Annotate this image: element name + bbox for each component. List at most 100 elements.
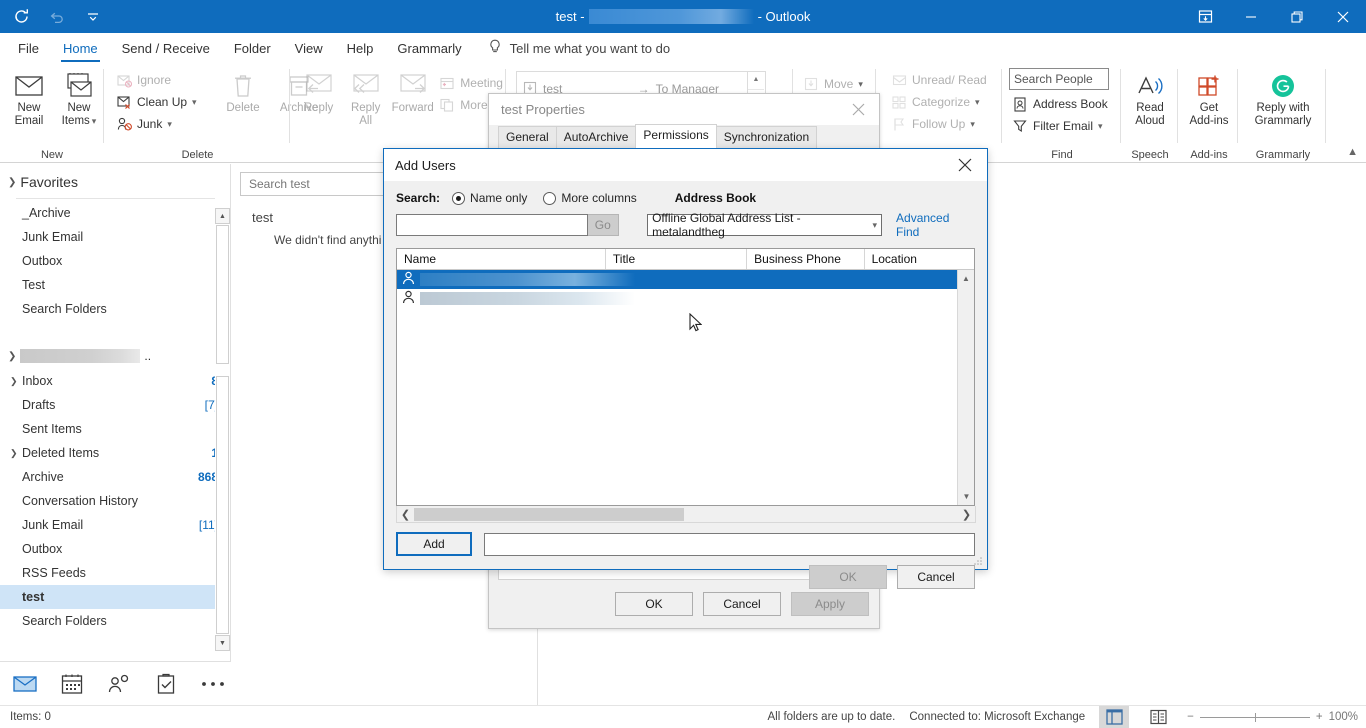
tab-general[interactable]: General bbox=[498, 126, 557, 148]
mail-icon[interactable] bbox=[12, 671, 38, 697]
tab-help[interactable]: Help bbox=[335, 37, 386, 63]
add-users-cancel-button[interactable]: Cancel bbox=[897, 565, 975, 589]
advanced-find-link[interactable]: Advanced Find bbox=[896, 211, 975, 239]
column-header-title[interactable]: Title bbox=[606, 249, 747, 269]
sidebar-item-conversation-history[interactable]: Conversation History bbox=[0, 489, 230, 513]
clean-up-button[interactable]: Clean Up ▾ bbox=[113, 91, 200, 113]
tab-synchronization[interactable]: Synchronization bbox=[716, 126, 817, 148]
search-name-input[interactable] bbox=[396, 214, 588, 236]
favorite-item-search-folders[interactable]: Search Folders bbox=[0, 297, 230, 321]
scroll-up-icon[interactable]: ▲ bbox=[958, 270, 974, 287]
unread-read-button[interactable]: Unread/ Read bbox=[888, 69, 990, 91]
people-icon[interactable] bbox=[106, 671, 132, 697]
sidebar-item-archive[interactable]: Archive 868 bbox=[0, 465, 230, 489]
column-header-name[interactable]: Name bbox=[397, 249, 606, 269]
go-button[interactable]: Go bbox=[588, 214, 620, 236]
move-button[interactable]: Move ▾ bbox=[800, 73, 866, 95]
delete-button[interactable]: Delete bbox=[215, 63, 271, 115]
column-header-business-phone[interactable]: Business Phone bbox=[747, 249, 864, 269]
reply-with-grammarly-button[interactable]: Reply with Grammarly bbox=[1240, 63, 1326, 128]
tab-autoarchive[interactable]: AutoArchive bbox=[556, 126, 637, 148]
tab-folder[interactable]: Folder bbox=[222, 37, 283, 63]
zoom-in-button[interactable]: + bbox=[1316, 711, 1323, 723]
table-row[interactable] bbox=[397, 289, 959, 308]
scrollbar-thumb[interactable] bbox=[216, 376, 229, 634]
zoom-control[interactable]: − + 100% bbox=[1187, 711, 1358, 723]
scroll-up-icon[interactable]: ▲ bbox=[215, 208, 230, 224]
search-people-input[interactable]: Search People bbox=[1009, 68, 1109, 90]
normal-view-icon[interactable] bbox=[1099, 706, 1129, 728]
scrollbar-thumb-top[interactable] bbox=[216, 225, 229, 364]
zoom-slider-thumb[interactable] bbox=[1255, 713, 1256, 722]
tab-permissions[interactable]: Permissions bbox=[635, 124, 716, 148]
favorite-item-test[interactable]: Test bbox=[0, 273, 230, 297]
favorites-header[interactable]: ❯ Favorites bbox=[0, 164, 230, 196]
tell-me-search[interactable]: Tell me what you want to do bbox=[488, 39, 670, 63]
reply-button[interactable]: Reply bbox=[295, 63, 342, 128]
reply-all-button[interactable]: Reply All bbox=[342, 63, 389, 128]
quick-steps-scroll-up-icon[interactable]: ▲ bbox=[748, 71, 764, 90]
directory-list-horizontal-scrollbar[interactable]: ❮ ❯ bbox=[396, 506, 976, 523]
follow-up-button[interactable]: Follow Up ▾ bbox=[888, 113, 990, 135]
restore-icon[interactable] bbox=[1274, 0, 1320, 33]
ignore-button[interactable]: Ignore bbox=[113, 69, 200, 91]
sidebar-item-search-folders[interactable]: Search Folders bbox=[0, 609, 230, 633]
favorite-item-_archive[interactable]: _Archive bbox=[0, 201, 230, 225]
tab-grammarly[interactable]: Grammarly bbox=[385, 37, 473, 63]
customize-quick-access-toolbar-icon[interactable] bbox=[82, 6, 104, 28]
add-button[interactable]: Add bbox=[396, 532, 472, 556]
read-aloud-button[interactable]: Read Aloud bbox=[1122, 63, 1178, 128]
minimize-icon[interactable] bbox=[1228, 0, 1274, 33]
tasks-icon[interactable] bbox=[153, 671, 179, 697]
calendar-icon[interactable] bbox=[59, 671, 85, 697]
scroll-down-icon[interactable]: ▼ bbox=[215, 635, 230, 651]
filter-email-button[interactable]: Filter Email ▾ bbox=[1009, 115, 1111, 137]
sidebar-item-junk-email[interactable]: Junk Email [11] bbox=[0, 513, 230, 537]
sidebar-item-drafts[interactable]: Drafts [7] bbox=[0, 393, 230, 417]
undo-icon[interactable] bbox=[46, 6, 68, 28]
properties-ok-button[interactable]: OK bbox=[615, 592, 693, 616]
address-book-select[interactable]: Offline Global Address List - metalandth… bbox=[647, 214, 882, 236]
tab-view[interactable]: View bbox=[283, 37, 335, 63]
meeting-button[interactable]: Meeting bbox=[436, 72, 506, 94]
zoom-slider[interactable] bbox=[1200, 717, 1310, 718]
ribbon-display-options-icon[interactable] bbox=[1182, 0, 1228, 33]
sidebar-item-sent-items[interactable]: Sent Items bbox=[0, 417, 230, 441]
new-items-button[interactable]: New Items ▾ bbox=[54, 63, 104, 128]
directory-list-vertical-scrollbar[interactable]: ▲ ▼ bbox=[957, 270, 974, 505]
account-root-row[interactable]: ❯ .. bbox=[0, 343, 230, 369]
tab-file[interactable]: File bbox=[6, 37, 51, 63]
close-icon[interactable] bbox=[1320, 0, 1366, 33]
favorite-item-outbox[interactable]: Outbox bbox=[0, 249, 230, 273]
sidebar-item-inbox[interactable]: ❯ Inbox 8 bbox=[0, 369, 230, 393]
column-header-location[interactable]: Location bbox=[865, 249, 974, 269]
add-recipients-input[interactable] bbox=[484, 533, 975, 556]
scroll-down-icon[interactable]: ▼ bbox=[958, 488, 975, 505]
collapse-ribbon-icon[interactable]: ▲ bbox=[1347, 146, 1358, 158]
favorite-item-junk-email[interactable]: Junk Email bbox=[0, 225, 230, 249]
zoom-out-button[interactable]: − bbox=[1187, 711, 1194, 723]
radio-more-columns[interactable]: More columns bbox=[543, 191, 636, 205]
get-addins-button[interactable]: Get Add-ins bbox=[1180, 63, 1238, 128]
close-icon[interactable] bbox=[943, 149, 987, 181]
send-receive-all-icon[interactable] bbox=[10, 6, 32, 28]
address-book-button[interactable]: Address Book bbox=[1009, 93, 1111, 115]
scroll-left-icon[interactable]: ❮ bbox=[397, 508, 414, 521]
junk-button[interactable]: Junk ▾ bbox=[113, 113, 200, 135]
sidebar-item-outbox[interactable]: Outbox bbox=[0, 537, 230, 561]
chevron-right-icon[interactable]: ❯ bbox=[10, 376, 18, 387]
sidebar-item-test[interactable]: test bbox=[0, 585, 230, 609]
scrollbar-thumb[interactable] bbox=[414, 508, 684, 521]
new-email-button[interactable]: New Email bbox=[4, 63, 54, 128]
folder-pane-scrollbar[interactable]: ▲ ▼ bbox=[215, 164, 230, 661]
scroll-right-icon[interactable]: ❯ bbox=[958, 508, 975, 521]
resize-grip[interactable] bbox=[973, 556, 985, 568]
sidebar-item-deleted-items[interactable]: ❯ Deleted Items 1 bbox=[0, 441, 230, 465]
forward-button[interactable]: Forward bbox=[389, 63, 436, 128]
more-options-icon[interactable] bbox=[200, 671, 226, 697]
categorize-button[interactable]: Categorize ▾ bbox=[888, 91, 990, 113]
reading-view-icon[interactable] bbox=[1143, 706, 1173, 728]
chevron-right-icon[interactable]: ❯ bbox=[10, 448, 18, 459]
properties-cancel-button[interactable]: Cancel bbox=[703, 592, 781, 616]
tab-send-receive[interactable]: Send / Receive bbox=[110, 37, 222, 63]
